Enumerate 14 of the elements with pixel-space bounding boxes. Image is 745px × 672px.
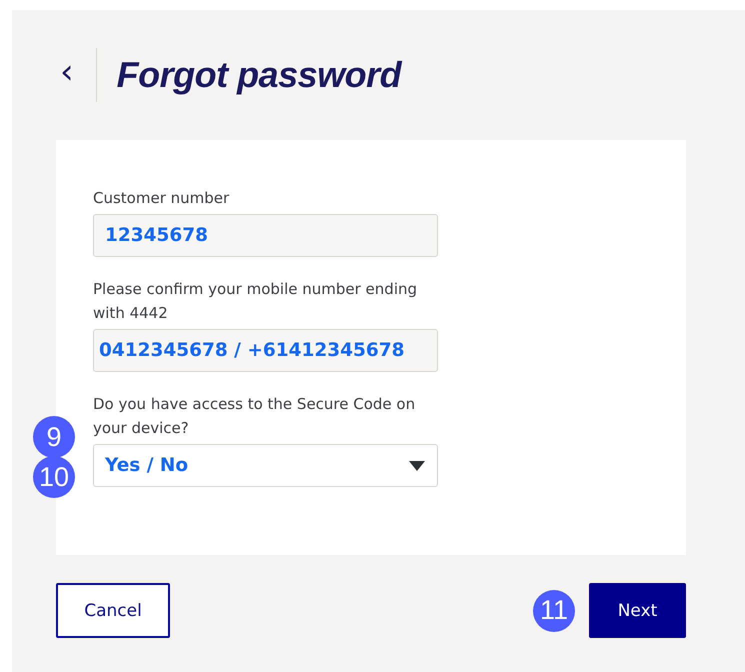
page-title: Forgot password bbox=[116, 54, 402, 96]
dropdown-field[interactable]: Yes / No bbox=[93, 444, 438, 487]
field-label: Please confirm your mobile number ending with 4442 bbox=[93, 279, 418, 324]
field-label: Customer number bbox=[93, 188, 230, 209]
field-label: Do you have access to the Secure Code on your device? bbox=[93, 394, 416, 439]
cancel-button[interactable]: Cancel bbox=[56, 583, 170, 638]
step-marker: 11 bbox=[533, 590, 575, 632]
input-field[interactable]: 0412345678 / +61412345678 bbox=[93, 329, 438, 372]
step-marker: 10 bbox=[33, 456, 75, 498]
input-field[interactable]: 12345678 bbox=[93, 214, 438, 257]
back-button[interactable]: ‹ bbox=[60, 55, 74, 89]
caret-icon bbox=[409, 460, 425, 470]
next-button[interactable]: Next bbox=[589, 583, 686, 638]
step-marker: 9 bbox=[33, 416, 75, 458]
